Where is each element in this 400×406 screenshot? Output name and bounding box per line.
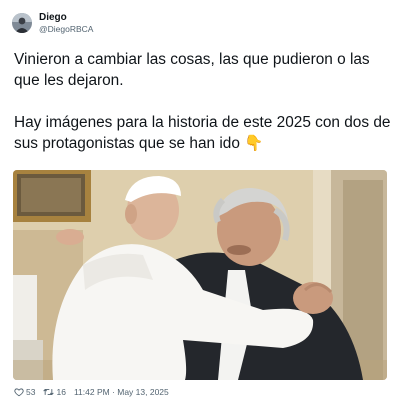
retweet-count: 16	[56, 387, 66, 397]
tweet-paragraph-1: Vinieron a cambiar las cosas, las que pu…	[14, 51, 370, 89]
author-names: Diego @DiegoRBCA	[39, 12, 93, 35]
tweet-text: Vinieron a cambiar las cosas, las que pu…	[14, 49, 392, 154]
author-handle[interactable]: @DiegoRBCA	[39, 24, 93, 35]
tweet-header: Diego @DiegoRBCA	[12, 11, 93, 35]
retweet-stat[interactable]: 16	[43, 387, 66, 397]
tweet-footer: 53 16 11:42 PM · May 13, 2025	[14, 386, 169, 398]
author-display-name[interactable]: Diego	[39, 12, 93, 23]
tweet-card: Diego @DiegoRBCA Vinieron a cambiar las …	[0, 0, 400, 406]
like-count: 53	[26, 387, 36, 397]
avatar-image	[12, 13, 32, 33]
tweet-paragraph-2: Hay imágenes para la historia de este 20…	[14, 114, 391, 152]
tweet-timestamp[interactable]: 11:42 PM · May 13, 2025	[74, 387, 169, 397]
like-stat[interactable]: 53	[14, 387, 35, 397]
photo-illustration	[13, 170, 387, 380]
retweet-icon	[43, 389, 55, 395]
heart-icon	[14, 388, 24, 397]
tweet-photo[interactable]	[13, 170, 387, 380]
avatar[interactable]	[12, 13, 32, 33]
